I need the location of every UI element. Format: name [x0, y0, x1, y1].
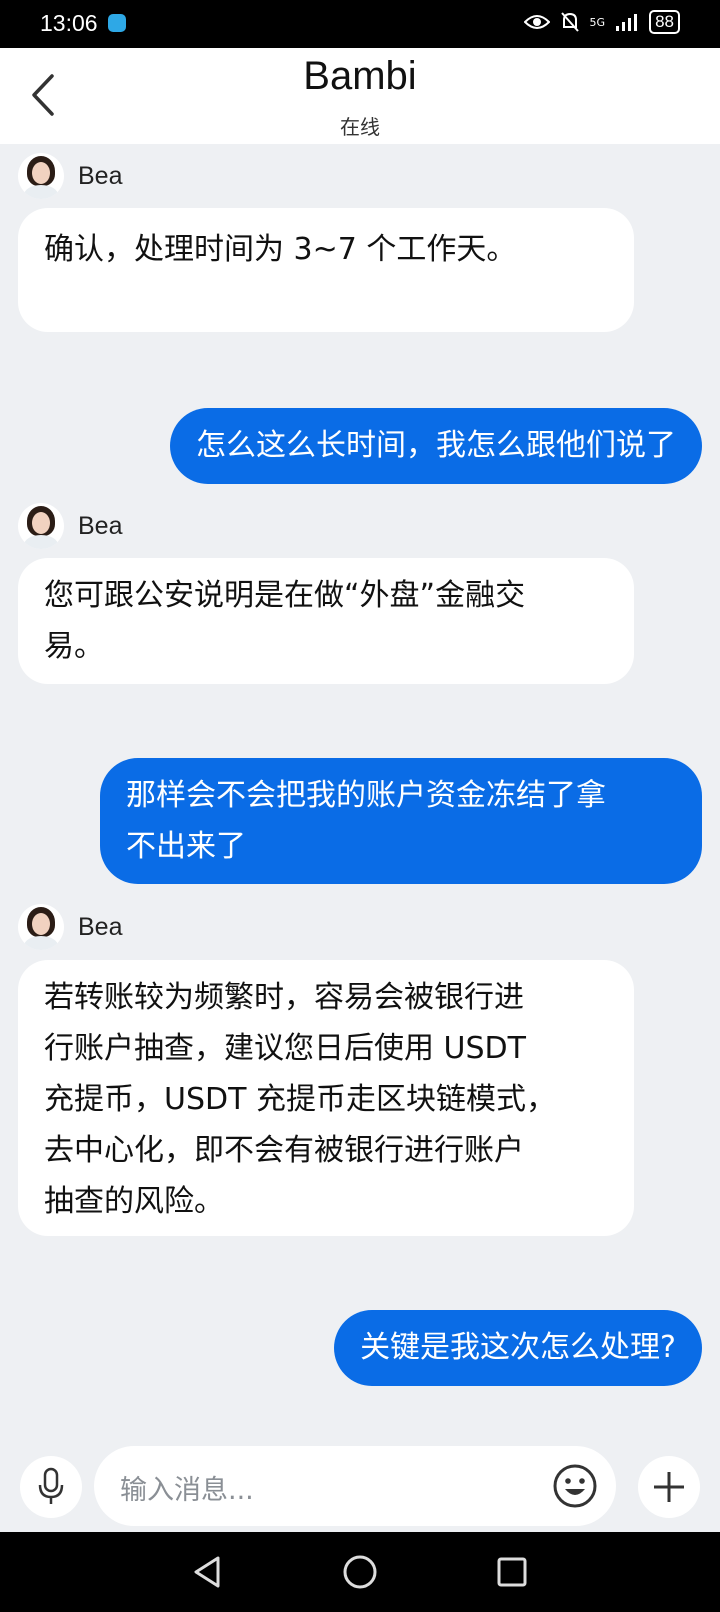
message-line: 不出来了 — [126, 829, 246, 864]
contact-status: 在线 — [340, 115, 380, 139]
message-line: 关键是我这次怎么处理? — [360, 1330, 676, 1365]
message-line: 确认，处理时间为 3~7 个工作天。 — [44, 232, 517, 267]
message-line: 去中心化，即不会有被银行进行账户 — [44, 1133, 524, 1168]
message-bubble-incoming[interactable]: 您可跟公安说明是在做“外盘”金融交 易。 — [18, 558, 634, 684]
app-notification-icon — [108, 14, 126, 32]
message-line: 那样会不会把我的账户资金冻结了拿 — [126, 778, 606, 813]
message-bubble-incoming[interactable]: 若转账较为频繁时，容易会被银行进 行账户抽查，建议您日后使用 USDT 充提币，… — [18, 960, 634, 1236]
battery-level: 88 — [649, 10, 680, 34]
message-line: 您可跟公安说明是在做“外盘”金融交 — [44, 578, 526, 613]
composer-bar: 输入消息... — [0, 1444, 720, 1532]
network-type: 5G — [589, 15, 606, 29]
status-time: 13:06 — [40, 10, 98, 36]
chat-header: Bambi 在线 — [0, 48, 720, 144]
message-line: 充提币，USDT 充提币走区块链模式， — [44, 1082, 556, 1117]
circle-home-icon[interactable] — [340, 1552, 380, 1592]
bell-muted-icon — [560, 12, 579, 32]
message-line: 怎么这么长时间，我怎么跟他们说了 — [196, 428, 676, 463]
sender-name: Bea — [78, 912, 123, 941]
system-nav-bar — [0, 1532, 720, 1612]
message-line: 若转账较为频繁时，容易会被银行进 — [44, 980, 524, 1015]
avatar[interactable] — [18, 904, 64, 950]
message-line: 抽查的风险。 — [44, 1184, 224, 1219]
message-line: 行账户抽查，建议您日后使用 USDT — [44, 1031, 526, 1066]
sender-name: Bea — [78, 161, 123, 190]
eye-icon — [523, 15, 550, 29]
message-input-placeholder: 输入消息... — [120, 1475, 254, 1506]
sender-row: Bea — [18, 153, 122, 199]
sender-row: Bea — [18, 503, 122, 549]
square-recents-icon[interactable] — [492, 1552, 532, 1592]
message-bubble-outgoing[interactable]: 怎么这么长时间，我怎么跟他们说了 — [170, 408, 702, 484]
contact-name: Bambi — [303, 54, 417, 98]
emoji-icon[interactable] — [550, 1461, 600, 1511]
message-input[interactable]: 输入消息... — [94, 1446, 616, 1526]
message-list: Bea 确认，处理时间为 3~7 个工作天。 怎么这么长时间，我怎么跟他们说了 … — [0, 144, 720, 1444]
status-icons: 5G 88 — [523, 10, 680, 34]
message-bubble-incoming[interactable]: 确认，处理时间为 3~7 个工作天。 — [18, 208, 634, 332]
voice-button[interactable] — [20, 1456, 82, 1518]
avatar[interactable] — [18, 503, 64, 549]
status-bar: 13:06 5G 88 — [0, 0, 720, 48]
signal-icon — [616, 14, 638, 31]
message-line: 易。 — [44, 629, 104, 664]
sender-name: Bea — [78, 511, 123, 540]
add-attachment-button[interactable] — [638, 1456, 700, 1518]
triangle-back-icon[interactable] — [188, 1552, 228, 1592]
message-bubble-outgoing[interactable]: 那样会不会把我的账户资金冻结了拿 不出来了 — [100, 758, 702, 884]
plus-icon — [654, 1472, 684, 1502]
avatar[interactable] — [18, 153, 64, 199]
sender-row: Bea — [18, 904, 122, 950]
message-bubble-outgoing[interactable]: 关键是我这次怎么处理? — [334, 1310, 702, 1386]
microphone-icon — [38, 1467, 64, 1504]
